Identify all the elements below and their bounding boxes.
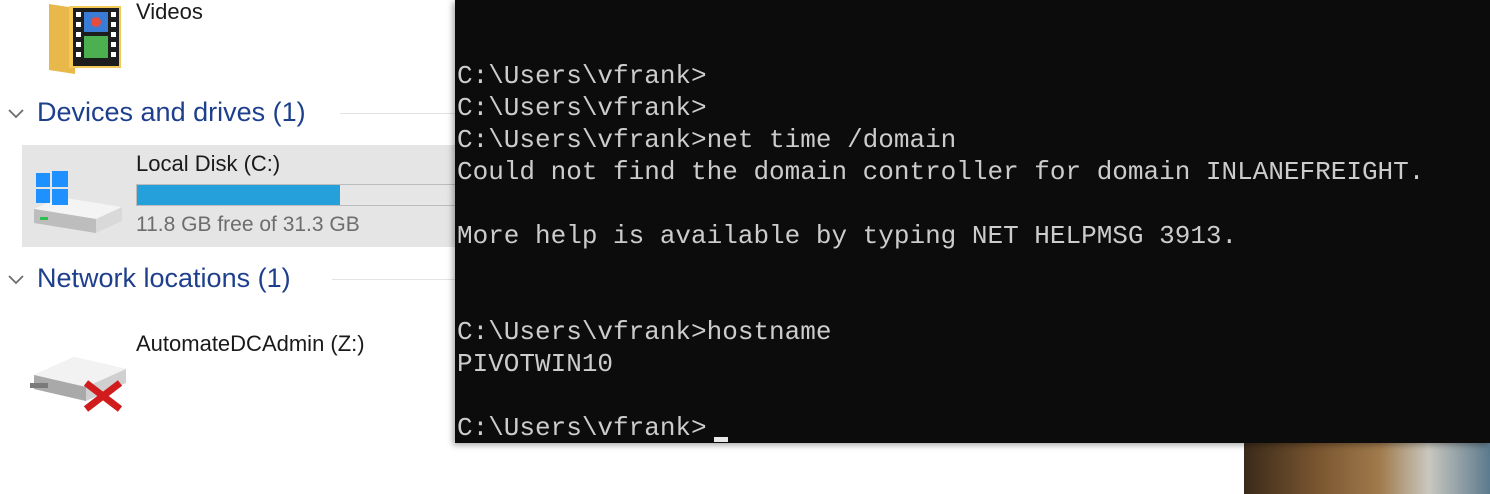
desktop-wallpaper [1244,443,1490,494]
network-drive-label: AutomateDCAdmin (Z:) [136,331,365,356]
terminal-line: C:\Users\vfrank>hostname [457,317,832,347]
terminal-prompt-line[interactable]: C:\Users\vfrank> [457,412,707,444]
group-title: Devices and drives (1) [37,97,306,127]
command-prompt-window[interactable]: C:\Users\vfrank> C:\Users\vfrank> C:\Use… [455,0,1490,443]
terminal-line: C:\Users\vfrank>net time /domain [457,125,957,155]
chevron-down-icon [8,275,24,285]
group-divider [332,279,455,280]
windows-drive-icon [34,171,122,233]
group-header-devices[interactable]: Devices and drives (1) [0,97,455,133]
terminal-line: C:\Users\vfrank> [457,61,707,91]
terminal-cursor [714,437,728,442]
group-header-network[interactable]: Network locations (1) [0,263,455,299]
chevron-down-icon [8,109,24,119]
group-title: Network locations (1) [37,263,291,293]
terminal-line: More help is available by typing NET HEL… [457,221,1238,251]
videos-folder-icon [49,4,121,74]
drive-usage-bar [136,184,466,206]
drive-free-space: 11.8 GB free of 31.3 GB [136,213,360,236]
folder-label-videos: Videos [136,0,203,24]
terminal-line: C:\Users\vfrank> [457,93,707,123]
terminal-line: Could not find the domain controller for… [457,157,1425,187]
disconnected-network-drive-icon [30,357,126,412]
folder-item-videos[interactable]: Videos [40,0,300,75]
drive-usage-fill [137,185,341,205]
drive-label-local-disk: Local Disk (C:) [136,151,281,176]
terminal-line: PIVOTWIN10 [457,349,614,379]
group-divider [340,113,455,114]
